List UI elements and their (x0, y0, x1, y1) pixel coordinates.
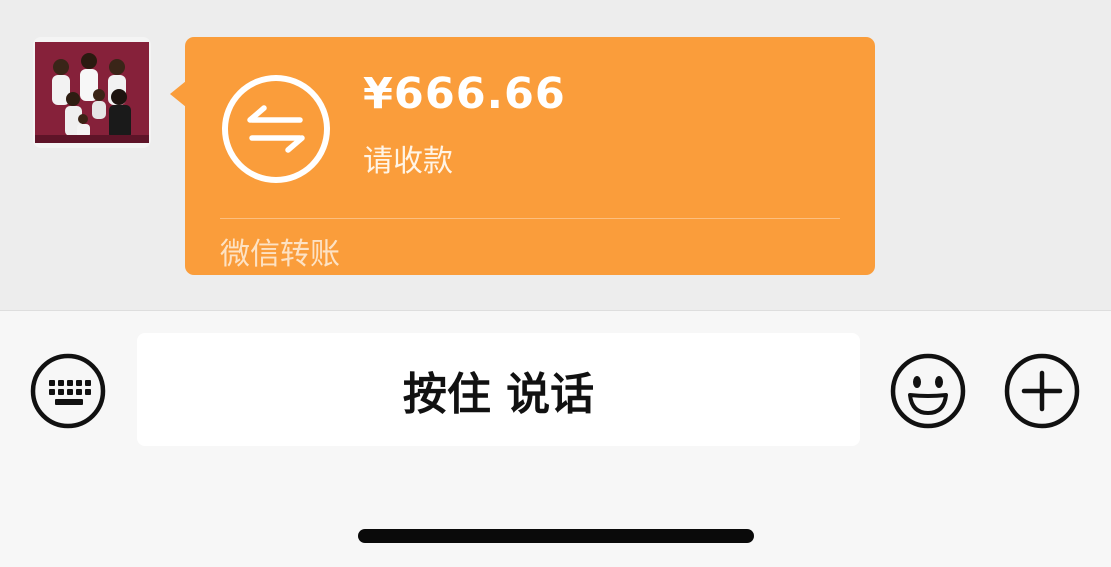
transfer-status: 请收款 (363, 144, 453, 179)
transfer-bubble[interactable]: ¥666.66 请收款 微信转账 (185, 37, 875, 275)
more-functions-button[interactable] (1002, 351, 1082, 431)
keyboard-toggle-button[interactable] (28, 351, 108, 431)
plus-icon (1004, 353, 1080, 429)
transfer-arrows-icon (220, 73, 332, 185)
chat-area: ¥666.66 请收款 微信转账 (0, 0, 1111, 310)
transfer-message[interactable]: ¥666.66 请收款 微信转账 (170, 37, 875, 275)
transfer-amount: ¥666.66 (363, 69, 566, 119)
bubble-divider (220, 218, 840, 219)
smiley-icon (890, 353, 966, 429)
chat-input-bar: 按住 说话 (0, 310, 1111, 567)
bubble-tail (170, 81, 186, 107)
hold-to-talk-button[interactable]: 按住 说话 (137, 333, 860, 446)
transfer-footer-label: 微信转账 (220, 237, 340, 272)
family-photo-avatar (35, 42, 149, 143)
keyboard-icon (30, 353, 106, 429)
emoji-button[interactable] (888, 351, 968, 431)
home-indicator[interactable] (358, 529, 754, 543)
avatar[interactable] (33, 37, 151, 148)
